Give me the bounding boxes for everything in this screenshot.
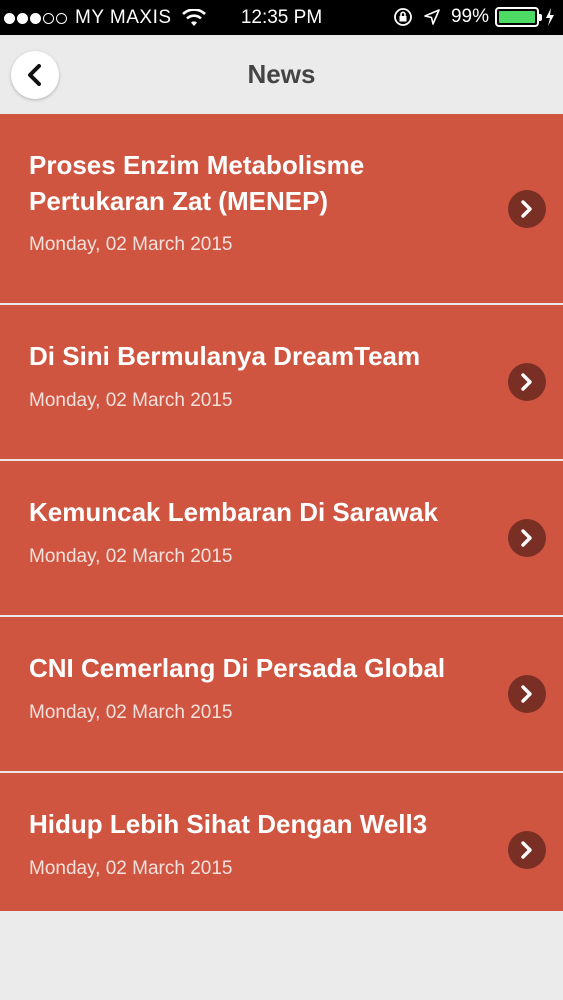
page-title: News bbox=[247, 59, 316, 89]
charging-bolt-icon bbox=[545, 8, 555, 26]
news-title: Kemuncak Lembaran Di Sarawak bbox=[29, 497, 438, 527]
news-date: Monday, 02 March 2015 bbox=[29, 702, 233, 723]
news-date: Monday, 02 March 2015 bbox=[29, 234, 233, 255]
location-arrow-icon bbox=[423, 8, 441, 26]
news-item[interactable]: Proses Enzim Metabolisme Pertukaran Zat … bbox=[0, 114, 563, 305]
chevron-right-icon[interactable] bbox=[508, 363, 546, 401]
status-bar: MY MAXIS 12:35 PM 99% bbox=[0, 0, 563, 35]
battery-percent: 99% bbox=[450, 6, 489, 27]
navigation-bar: News bbox=[0, 35, 563, 114]
news-title: Hidup Lebih Sihat Dengan Well3 bbox=[29, 809, 428, 839]
news-title: Di Sini Bermulanya DreamTeam bbox=[29, 341, 421, 371]
news-item[interactable]: CNI Cemerlang Di Persada Global Monday, … bbox=[0, 617, 563, 773]
chevron-right-icon[interactable] bbox=[508, 675, 546, 713]
battery-level-fill bbox=[499, 11, 535, 23]
chevron-right-icon[interactable] bbox=[508, 519, 546, 557]
orientation-lock-icon bbox=[393, 7, 413, 27]
chevron-right-icon[interactable] bbox=[508, 190, 546, 228]
news-date: Monday, 02 March 2015 bbox=[29, 858, 233, 879]
news-list: Proses Enzim Metabolisme Pertukaran Zat … bbox=[0, 114, 563, 911]
status-right: 99% bbox=[393, 6, 555, 28]
news-title: CNI Cemerlang Di Persada Global bbox=[29, 653, 446, 683]
news-date: Monday, 02 March 2015 bbox=[29, 546, 233, 567]
news-date: Monday, 02 March 2015 bbox=[29, 390, 233, 411]
news-title: Proses Enzim Metabolisme Pertukaran Zat … bbox=[29, 150, 365, 216]
news-item[interactable]: Di Sini Bermulanya DreamTeam Monday, 02 … bbox=[0, 305, 563, 461]
news-item[interactable]: Hidup Lebih Sihat Dengan Well3 Monday, 0… bbox=[0, 773, 563, 911]
battery-icon bbox=[495, 7, 542, 27]
news-item[interactable]: Kemuncak Lembaran Di Sarawak Monday, 02 … bbox=[0, 461, 563, 617]
chevron-right-icon[interactable] bbox=[508, 831, 546, 869]
